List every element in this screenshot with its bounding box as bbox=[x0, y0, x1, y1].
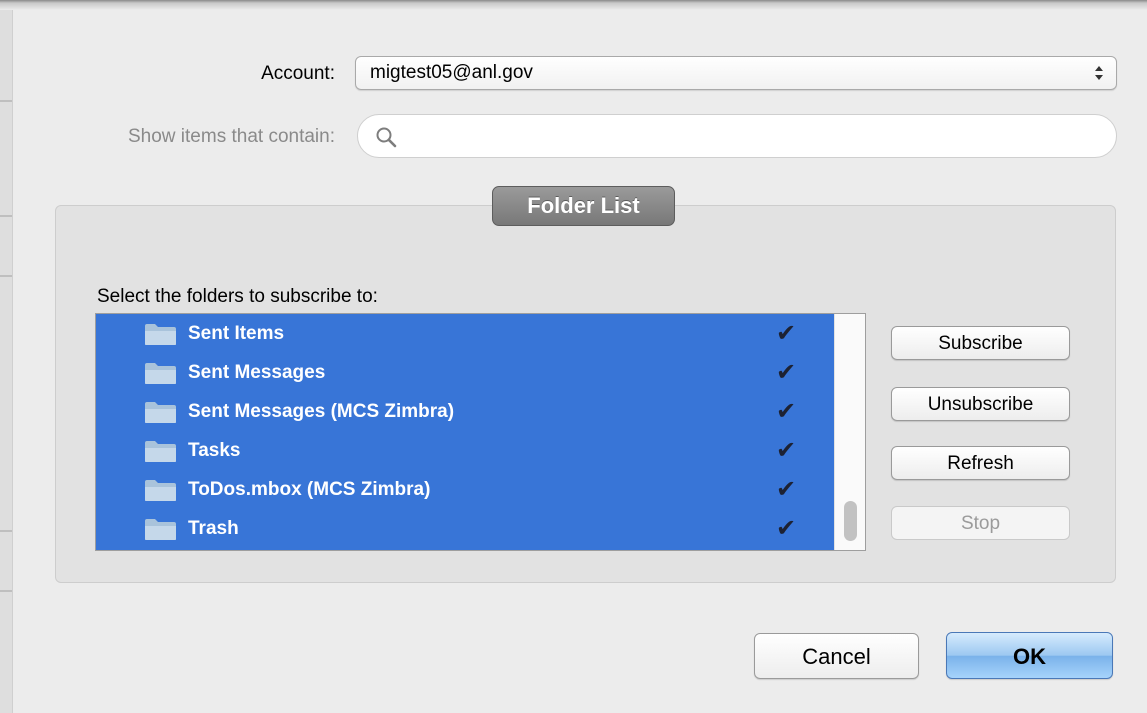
folder-name: Trash bbox=[188, 518, 239, 539]
folder-row[interactable]: Sent Messages (MCS Zimbra) ✔ bbox=[96, 392, 834, 431]
window-left-edge bbox=[0, 10, 13, 713]
folder-list-title: Folder List bbox=[492, 186, 675, 226]
filter-input[interactable] bbox=[408, 121, 1102, 153]
filter-search-field[interactable] bbox=[357, 114, 1117, 158]
checkmark-icon[interactable]: ✔ bbox=[776, 392, 796, 431]
folder-name: Sent Messages (MCS Zimbra) bbox=[188, 401, 455, 422]
folder-icon bbox=[144, 323, 177, 346]
unsubscribe-button[interactable]: Unsubscribe bbox=[891, 387, 1070, 421]
folder-list-prompt: Select the folders to subscribe to: bbox=[97, 286, 378, 307]
folder-row[interactable]: Sent Messages ✔ bbox=[96, 353, 834, 392]
checkmark-icon[interactable]: ✔ bbox=[776, 431, 796, 470]
stop-button[interactable]: Stop bbox=[891, 506, 1070, 540]
scrollbar-thumb[interactable] bbox=[844, 501, 857, 541]
folder-icon bbox=[144, 362, 177, 385]
subscribe-button[interactable]: Subscribe bbox=[891, 326, 1070, 360]
folder-rows: Sent Items ✔ Sent Messages ✔ Sent Messages (… bbox=[96, 314, 834, 550]
account-label: Account: bbox=[261, 63, 335, 84]
checkmark-icon[interactable]: ✔ bbox=[776, 353, 796, 392]
folder-name: ToDos.mbox (MCS Zimbra) bbox=[188, 479, 431, 500]
ok-button[interactable]: OK bbox=[946, 632, 1113, 679]
filter-label: Show items that contain: bbox=[128, 126, 335, 147]
checkmark-icon[interactable]: ✔ bbox=[776, 314, 796, 353]
account-popup[interactable]: migtest05@anl.gov bbox=[355, 56, 1117, 90]
folder-row[interactable]: ToDos.mbox (MCS Zimbra) ✔ bbox=[96, 470, 834, 509]
window-top-edge bbox=[0, 0, 1147, 10]
folder-icon bbox=[144, 401, 177, 424]
folder-icon bbox=[144, 440, 177, 463]
refresh-button[interactable]: Refresh bbox=[891, 446, 1070, 480]
folder-list[interactable]: Sent Items ✔ Sent Messages ✔ Sent Messages (… bbox=[95, 313, 866, 551]
search-icon bbox=[376, 127, 397, 148]
up-down-arrows-icon bbox=[1095, 66, 1103, 80]
checkmark-icon[interactable]: ✔ bbox=[776, 470, 796, 509]
folder-name: Tasks bbox=[188, 440, 241, 461]
folder-row[interactable]: Sent Items ✔ bbox=[96, 314, 834, 353]
checkmark-icon[interactable]: ✔ bbox=[776, 509, 796, 548]
folder-row[interactable]: Tasks ✔ bbox=[96, 431, 834, 470]
cancel-button[interactable]: Cancel bbox=[754, 633, 919, 679]
folder-icon bbox=[144, 518, 177, 541]
folder-name: Sent Messages bbox=[188, 362, 326, 383]
folder-name: Sent Items bbox=[188, 323, 285, 344]
vertical-scrollbar[interactable] bbox=[834, 314, 865, 550]
account-value: migtest05@anl.gov bbox=[370, 62, 533, 83]
folder-icon bbox=[144, 479, 177, 502]
folder-row[interactable]: Trash ✔ bbox=[96, 509, 834, 548]
